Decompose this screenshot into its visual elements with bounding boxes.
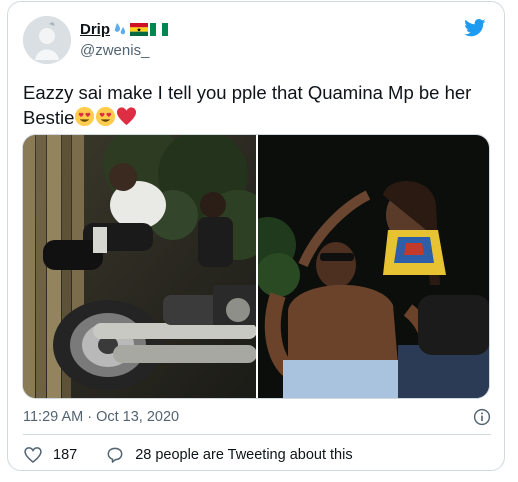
like-button[interactable]: 187 [23, 445, 77, 465]
user-handle[interactable]: @zwenis_ [80, 42, 168, 59]
display-name[interactable]: Drip [80, 21, 110, 38]
conversation-button[interactable]: 28 people are Tweeting about this [105, 445, 353, 465]
divider [23, 434, 491, 435]
twitter-bird-icon[interactable] [464, 19, 486, 37]
tweet-text: Eazzy sai make I tell you pple that Quam… [23, 80, 491, 130]
media-grid [22, 134, 490, 399]
heart-icon [24, 447, 42, 464]
ghana-flag-icon [130, 22, 148, 36]
photo-right[interactable] [257, 135, 489, 398]
info-icon[interactable] [473, 408, 491, 426]
nigeria-flag-icon [150, 22, 168, 36]
tweet-timestamp[interactable]: 11:29 AM · Oct 13, 2020 [23, 409, 179, 425]
photo-left[interactable] [23, 135, 256, 398]
red-heart-emoji [117, 107, 137, 126]
tweet-card: Drip @zwenis_ Eazzy sai make I tell you … [7, 1, 505, 471]
like-count: 187 [53, 447, 78, 463]
conversation-label: 28 people are Tweeting about this [135, 447, 353, 463]
user-block: Drip @zwenis_ [80, 19, 168, 59]
heart-eyes-emoji [96, 106, 116, 127]
name-emoji-group [112, 21, 168, 37]
conversation-icon [107, 447, 123, 463]
avatar[interactable] [23, 16, 71, 64]
action-bar: 187 28 people are Tweeting about this [23, 443, 353, 467]
droplets-icon [114, 23, 126, 35]
heart-eyes-emoji [75, 106, 95, 127]
timestamp-row: 11:29 AM · Oct 13, 2020 [23, 407, 491, 427]
